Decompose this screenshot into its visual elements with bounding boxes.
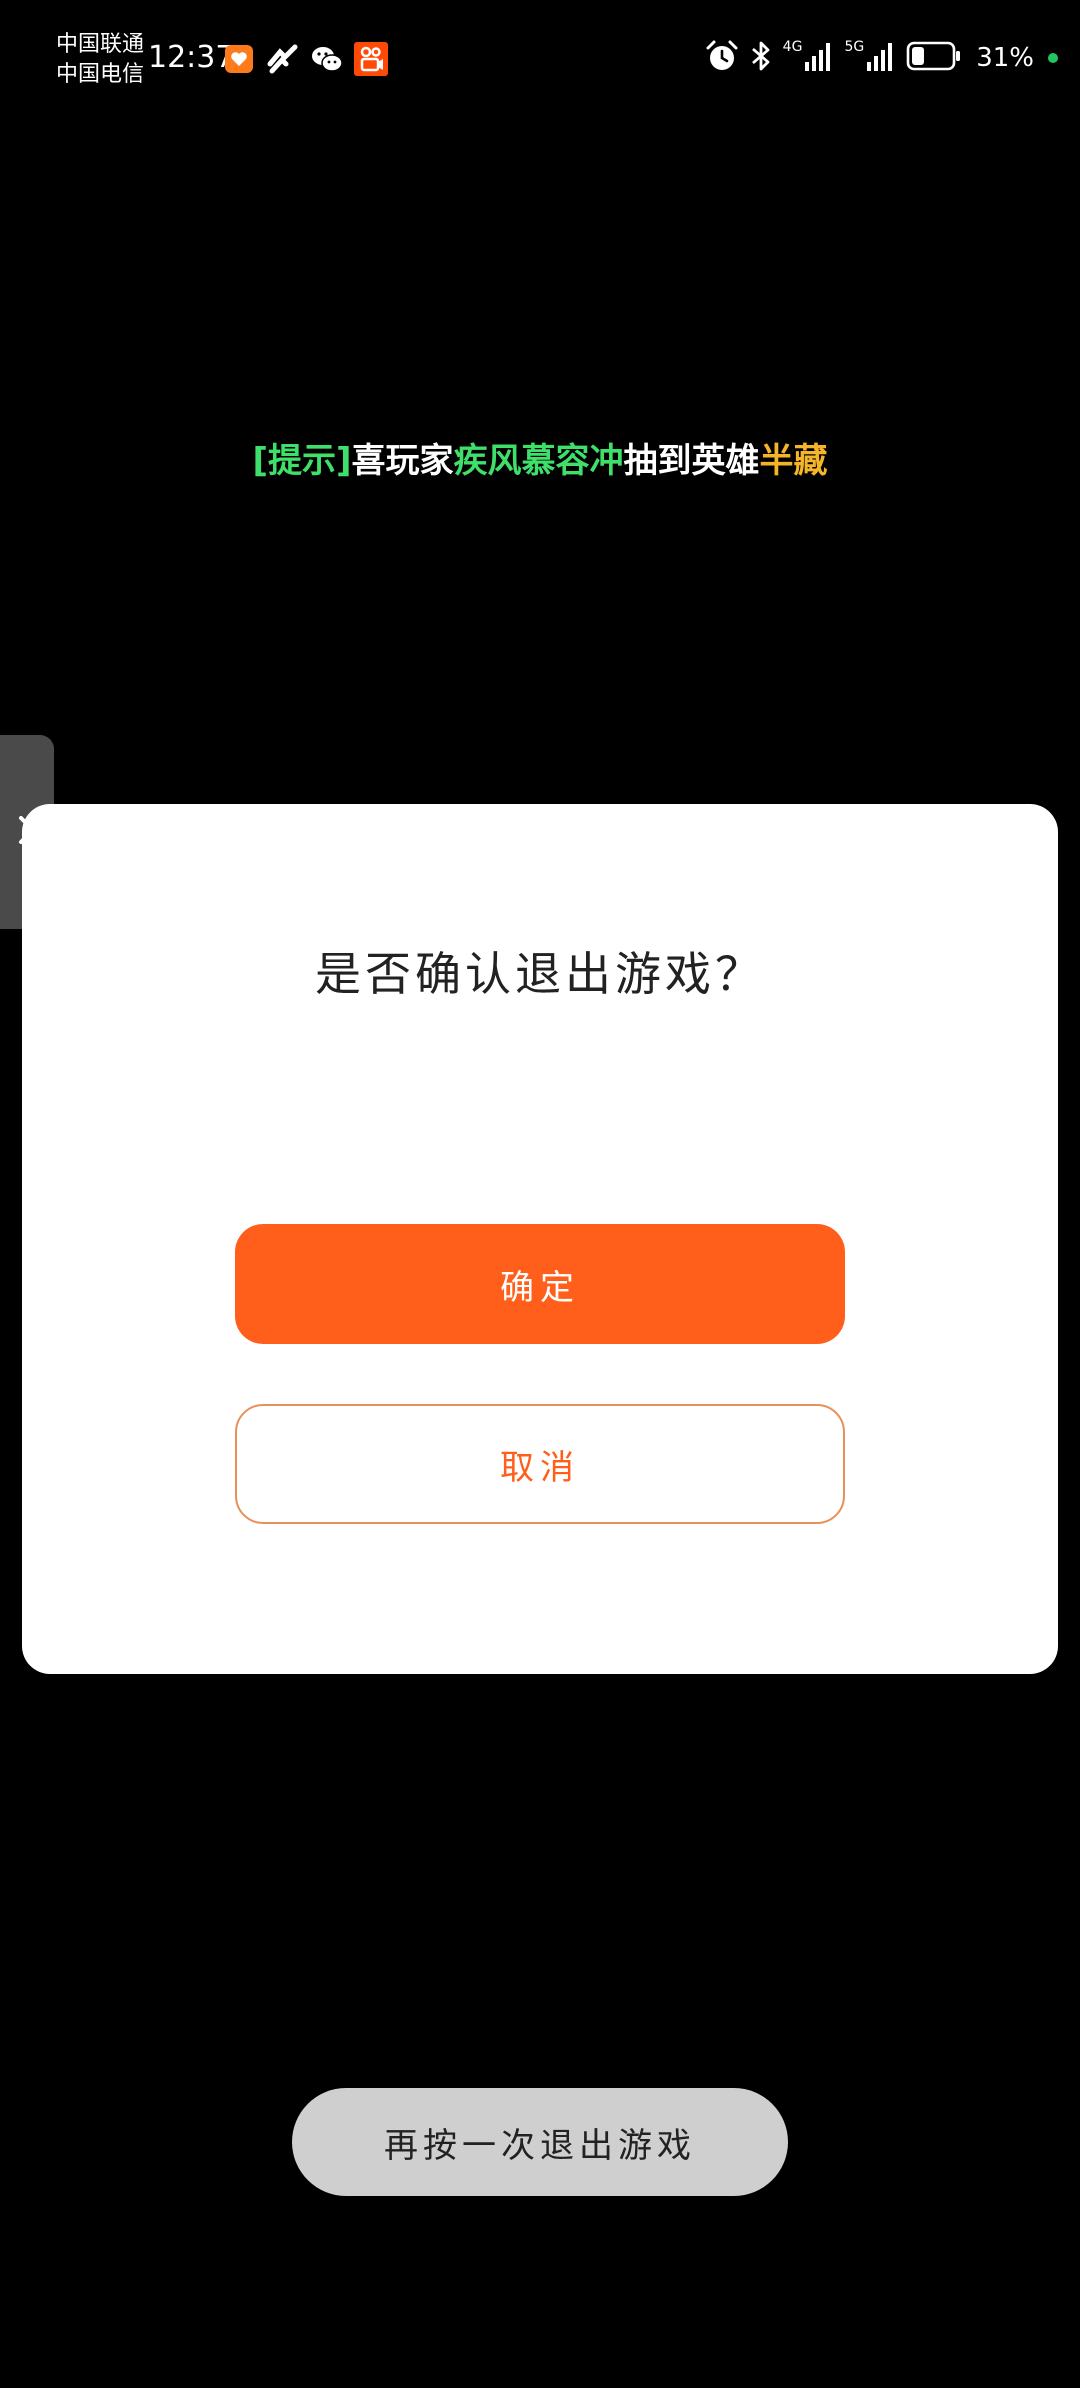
kuaishou-icon bbox=[354, 42, 388, 76]
wechat-icon bbox=[310, 42, 344, 76]
network-type-1: 4G bbox=[782, 39, 803, 55]
battery-icon bbox=[906, 40, 962, 76]
charging-dot bbox=[1048, 53, 1058, 63]
link-app-icon bbox=[266, 42, 300, 76]
health-app-icon bbox=[222, 42, 256, 76]
notification-icons bbox=[222, 42, 388, 76]
exit-toast: 再按一次退出游戏 bbox=[292, 2088, 788, 2196]
game-tip-banner: [提示]喜玩家疾风慕容冲抽到英雄半藏 bbox=[0, 436, 1080, 486]
signal-strength-icon bbox=[804, 40, 834, 76]
bluetooth-icon bbox=[749, 39, 773, 77]
cancel-button[interactable]: 取消 bbox=[235, 1404, 845, 1524]
carrier-info: 中国联通 中国电信 bbox=[56, 30, 144, 90]
tip-hero-name: 半藏 bbox=[759, 441, 828, 481]
alarm-icon bbox=[705, 39, 739, 77]
tip-text-1: 喜玩家 bbox=[351, 441, 454, 481]
status-bar: 中国联通 中国电信 12:37 4G 5G 31% bbox=[0, 0, 1080, 110]
tip-player-name: 疾风慕容冲 bbox=[453, 441, 624, 481]
status-right: 4G 5G 31% bbox=[705, 38, 1058, 78]
exit-confirm-dialog: 是否确认退出游戏？ 确定 取消 bbox=[22, 804, 1058, 1674]
dialog-title: 是否确认退出游戏？ bbox=[315, 947, 765, 1001]
carrier-2: 中国电信 bbox=[56, 62, 145, 87]
signal-strength-icon-2 bbox=[866, 40, 896, 76]
carrier-1: 中国联通 bbox=[56, 32, 145, 57]
network-type-2: 5G bbox=[844, 39, 865, 55]
tip-text-2: 抽到英雄 bbox=[623, 441, 760, 481]
confirm-button[interactable]: 确定 bbox=[235, 1224, 845, 1344]
tip-tag: [提示] bbox=[252, 441, 352, 481]
battery-percent: 31% bbox=[976, 43, 1034, 73]
